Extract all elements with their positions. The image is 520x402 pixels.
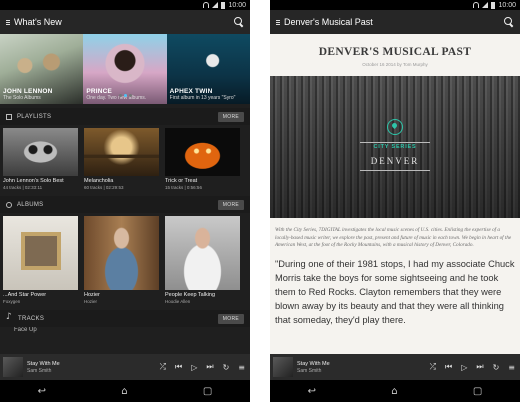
status-time: 10:00 <box>228 1 246 9</box>
shuffle-icon[interactable]: ⤮ <box>160 362 166 372</box>
signal-icon <box>212 2 219 8</box>
queue-icon[interactable]: ≡ <box>508 363 515 372</box>
recents-icon[interactable]: ▢ <box>473 386 482 397</box>
location-pin-icon <box>387 119 403 135</box>
system-nav-bar: ↩ ⌂ ▢ <box>0 380 250 402</box>
carousel-indicator <box>0 84 250 102</box>
album-cover <box>3 216 78 290</box>
album-artist: Foxygen <box>3 299 21 304</box>
now-playing-artist: Sam Smith <box>297 367 322 374</box>
app-bar: What's New <box>0 10 250 34</box>
skip-previous-icon[interactable]: ⏮ <box>445 362 452 372</box>
now-playing-title: Stay With Me <box>297 360 330 367</box>
play-icon[interactable]: ▷ <box>191 363 197 372</box>
hero-city-label: DENVER <box>370 156 420 166</box>
playlist-title: Trick or Treat <box>165 178 198 184</box>
album-cover <box>165 216 240 290</box>
playlists-row: John Lennon's Solo Best 44 tracks | 02:3… <box>0 128 250 190</box>
now-playing-artwork <box>273 357 293 377</box>
wifi-icon <box>473 2 480 8</box>
back-icon[interactable]: ↩ <box>38 386 46 397</box>
article-headline: DENVER'S MUSICAL PAST <box>318 46 472 58</box>
album-card[interactable]: People Keep Talking Hoodie Allen <box>165 216 240 304</box>
article-byline: October 16 2014 by Tom Murphy <box>362 62 428 67</box>
now-playing-bar[interactable]: Stay With Me Sam Smith ⤮ ⏮ ▷ ⏭ ↻ ≡ <box>270 354 520 380</box>
album-title: People Keep Talking <box>165 292 216 298</box>
page-title: Denver's Musical Past <box>284 17 373 27</box>
skip-next-icon[interactable]: ⏭ <box>206 362 213 372</box>
home-icon[interactable]: ⌂ <box>121 386 127 397</box>
playlist-card[interactable]: John Lennon's Solo Best 44 tracks | 02:3… <box>3 128 78 190</box>
wifi-icon <box>203 2 210 8</box>
article-body[interactable]: DENVER'S MUSICAL PAST October 16 2014 by… <box>270 34 520 354</box>
playlist-meta: 60 tracks | 02:29:53 <box>84 185 124 190</box>
hero-series-label: CITY SERIES <box>373 144 417 150</box>
skip-previous-icon[interactable]: ⏮ <box>175 362 182 372</box>
tracks-header: TRACKS MORE <box>0 310 250 327</box>
album-card[interactable]: Hozier Hozier <box>84 216 159 304</box>
section-title: TRACKS <box>18 315 45 322</box>
status-bar: 10:00 <box>270 0 520 10</box>
section-title: PLAYLISTS <box>17 113 52 120</box>
signal-icon <box>482 2 489 8</box>
section-title: ALBUMS <box>17 201 44 208</box>
shuffle-icon[interactable]: ⤮ <box>430 362 436 372</box>
left-phone-screen: 10:00 What's New JOHN LENNON The Solo Al… <box>0 0 250 402</box>
now-playing-artist: Sam Smith <box>27 367 52 374</box>
search-icon[interactable] <box>504 17 514 27</box>
battery-icon <box>221 1 226 9</box>
now-playing-artwork <box>3 357 23 377</box>
status-time: 10:00 <box>498 1 516 9</box>
article-hero-image: CITY SERIES DENVER <box>270 76 520 218</box>
app-bar: Denver's Musical Past <box>270 10 520 34</box>
playlist-card[interactable]: Trick or Treat 15 tracks | 0:56:56 <box>165 128 240 190</box>
article-quote: "During one of their 1981 stops, I had m… <box>275 258 515 325</box>
status-bar: 10:00 <box>0 0 250 10</box>
playlist-title: Melancholia <box>84 178 114 184</box>
playlist-thumbnail <box>165 128 240 176</box>
tracks-more-button[interactable]: MORE <box>217 313 244 324</box>
now-playing-bar[interactable]: Stay With Me Sam Smith ⤮ ⏮ ▷ ⏭ ↻ ≡ <box>0 354 250 380</box>
playlist-card[interactable]: Melancholia 60 tracks | 02:29:53 <box>84 128 159 190</box>
repeat-icon[interactable]: ↻ <box>493 363 500 372</box>
queue-icon[interactable]: ≡ <box>238 363 245 372</box>
skip-next-icon[interactable]: ⏭ <box>476 362 483 372</box>
album-artist: Hoodie Allen <box>165 299 191 304</box>
recents-icon[interactable]: ▢ <box>203 386 212 397</box>
music-note-icon <box>6 312 13 322</box>
article-intro: With the City Series, 7DIGITAL investiga… <box>275 227 512 249</box>
home-icon[interactable]: ⌂ <box>391 386 397 397</box>
play-icon[interactable]: ▷ <box>461 363 467 372</box>
album-title: Hozier <box>84 292 100 298</box>
battery-icon <box>491 1 496 9</box>
playlist-meta: 15 tracks | 0:56:56 <box>165 185 202 190</box>
album-cover <box>84 216 159 290</box>
playlist-meta: 44 tracks | 02:33:11 <box>3 185 43 190</box>
albums-header: ALBUMS MORE <box>0 196 250 213</box>
track-list-item[interactable]: Face Up <box>0 327 250 335</box>
search-icon[interactable] <box>234 17 244 27</box>
page-title: What's New <box>14 17 62 27</box>
system-nav-bar: ↩ ⌂ ▢ <box>270 380 520 402</box>
repeat-icon[interactable]: ↻ <box>223 363 230 372</box>
playlists-more-button[interactable]: MORE <box>217 111 244 122</box>
albums-more-button[interactable]: MORE <box>217 199 244 210</box>
now-playing-title: Stay With Me <box>27 360 60 367</box>
playlist-thumbnail <box>3 128 78 176</box>
playlist-title: John Lennon's Solo Best <box>3 178 64 184</box>
album-card[interactable]: ...And Star Power Foxygen <box>3 216 78 304</box>
featured-carousel[interactable]: JOHN LENNON The Solo Albums PRINCE One d… <box>0 34 250 104</box>
album-title: ...And Star Power <box>3 292 47 298</box>
album-artist: Hozier <box>84 299 98 304</box>
playlists-header: PLAYLISTS MORE <box>0 108 250 125</box>
right-phone-screen: 10:00 Denver's Musical Past DENVER'S MUS… <box>270 0 520 402</box>
albums-row: ...And Star Power Foxygen Hozier Hozier … <box>0 216 250 304</box>
playlist-thumbnail <box>84 128 159 176</box>
back-icon[interactable]: ↩ <box>308 386 316 397</box>
